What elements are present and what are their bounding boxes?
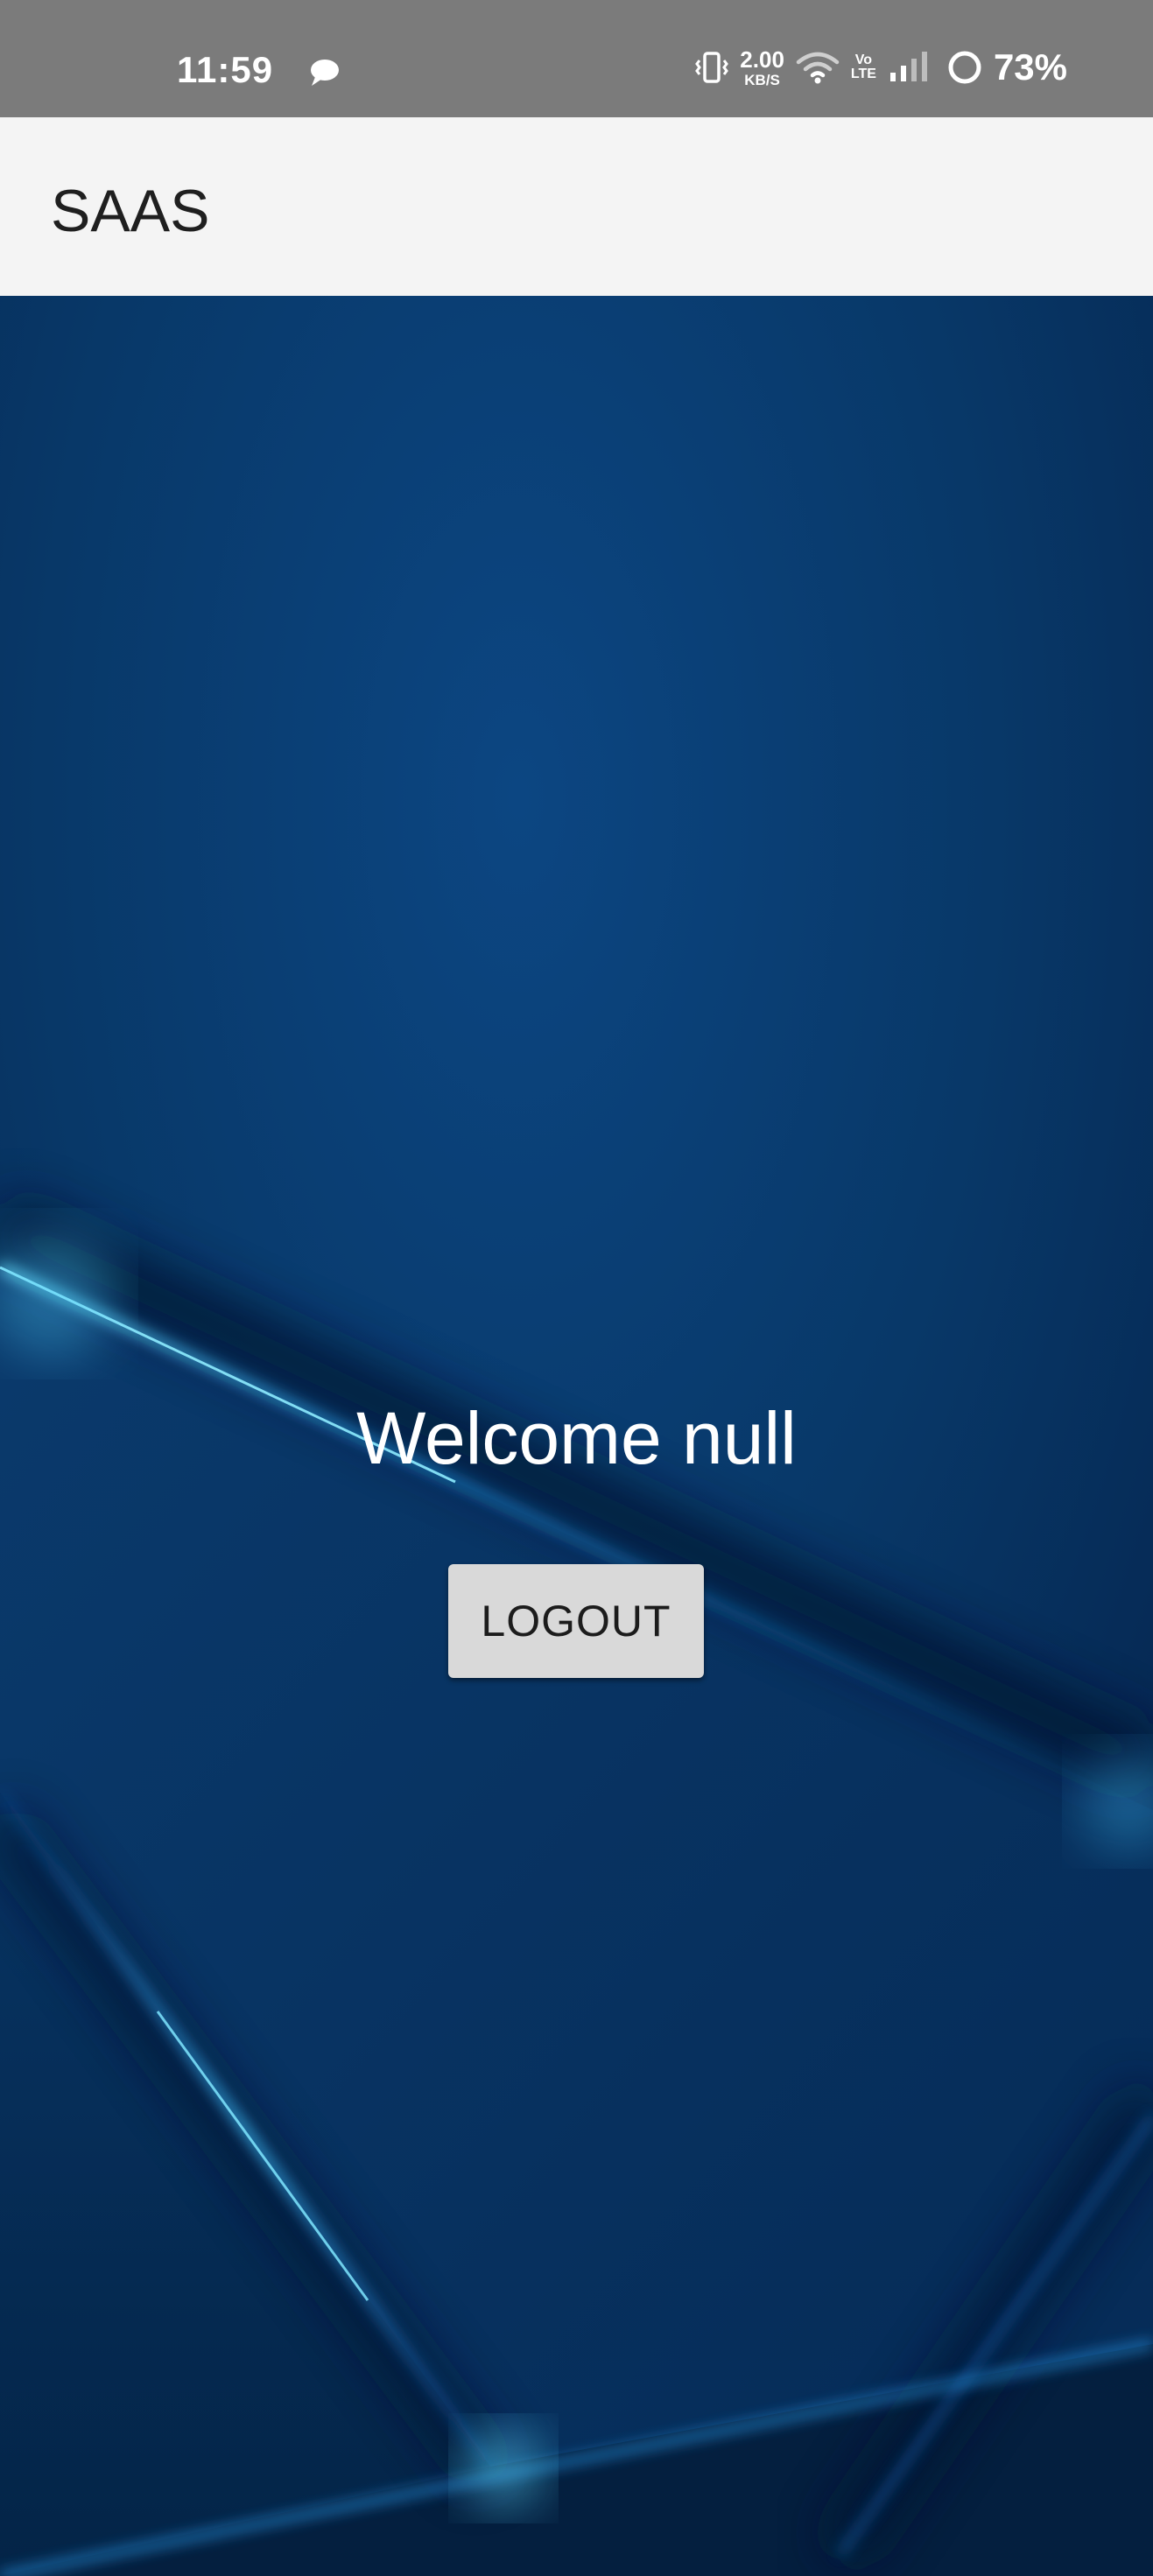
volte-indicator: Vo LTE — [851, 53, 876, 81]
volte-bottom: LTE — [850, 67, 876, 81]
app-bar: SAAS — [0, 117, 1153, 296]
battery-ring-icon — [948, 51, 981, 84]
status-time: 11:59 — [177, 49, 274, 90]
network-speed-value: 2.00 — [740, 46, 784, 73]
app-screen: 11:59 2.00 KB/S Vo LTE 73% SAAS Welcome … — [0, 0, 1153, 2576]
network-speed-unit: KB/S — [744, 71, 780, 88]
welcome-text: Welcome null — [356, 1397, 797, 1479]
signal-icon — [889, 52, 927, 81]
status-icons: 2.00 KB/S Vo LTE 73% — [694, 46, 1067, 89]
status-bar: 11:59 2.00 KB/S Vo LTE 73% — [0, 0, 1153, 117]
vibrate-icon — [695, 52, 729, 83]
logout-button[interactable]: LOGOUT — [448, 1564, 704, 1678]
main-content: Welcome null LOGOUT — [0, 296, 1153, 2576]
chat-bubble-icon — [311, 60, 339, 86]
wifi-icon — [796, 52, 840, 84]
volte-top: Vo — [854, 53, 873, 67]
app-title: SAAS — [51, 178, 210, 244]
battery-percent: 73% — [993, 46, 1067, 88]
network-speed: 2.00 KB/S — [740, 48, 784, 88]
